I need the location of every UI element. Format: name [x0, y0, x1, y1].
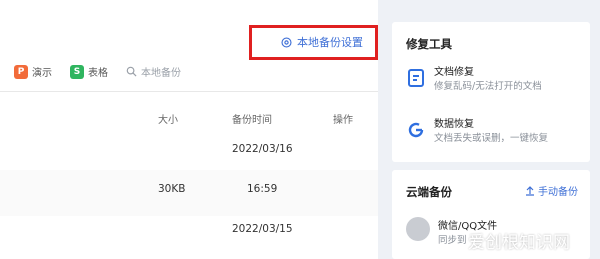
table-row-date: 2022/03/16	[232, 143, 293, 155]
toolbar-divider	[0, 91, 378, 92]
table-row-time: 16:59	[247, 183, 278, 195]
local-backup-settings-link[interactable]: 本地备份设置	[280, 34, 363, 50]
filter-label: 演示	[32, 68, 52, 79]
column-header-size: 大小	[158, 115, 178, 126]
file-type-filters: P 演示 S 表格 本地备份	[14, 64, 181, 79]
upload-icon	[526, 185, 534, 196]
presentation-icon: P	[14, 64, 28, 79]
spreadsheet-icon: S	[70, 64, 84, 79]
search-input[interactable]: 本地备份	[126, 64, 181, 79]
data-recover-icon	[408, 122, 424, 138]
avatar	[406, 217, 430, 241]
watermark: 爱创根知识网	[468, 233, 570, 253]
filter-spreadsheet[interactable]: S 表格	[70, 64, 108, 79]
backup-item-desc: 同步到	[438, 235, 467, 246]
search-icon	[126, 66, 137, 77]
filter-label: 表格	[88, 68, 108, 79]
doc-repair-tool[interactable]: 文档修复 修复乱码/无法打开的文档	[406, 66, 542, 94]
column-header-time: 备份时间	[232, 115, 272, 126]
table-row-bg	[0, 170, 378, 216]
tool-desc: 修复乱码/无法打开的文档	[434, 81, 542, 92]
manual-backup-label: 手动备份	[538, 187, 578, 198]
tool-desc: 文档丢失或误删，一键恢复	[434, 133, 549, 144]
table-row-size: 30KB	[158, 183, 186, 195]
filter-presentation[interactable]: P 演示	[14, 64, 52, 79]
tool-name: 数据恢复	[434, 119, 474, 130]
doc-repair-icon	[408, 69, 424, 87]
table-row-date: 2022/03/15	[232, 223, 293, 235]
search-placeholder: 本地备份	[141, 68, 181, 79]
cloud-backup-title: 云端备份	[406, 185, 452, 199]
backup-main-panel: 本地备份设置 P 演示 S 表格 本地备份 大小 备份时间 操作 2022/03…	[0, 0, 378, 259]
column-header-action: 操作	[333, 115, 353, 126]
repair-tools-card: 修复工具 文档修复 修复乱码/无法打开的文档 数据恢复 文档丢失或误删，一键恢复	[392, 22, 590, 162]
repair-tools-title: 修复工具	[406, 37, 452, 51]
settings-label: 本地备份设置	[297, 36, 363, 49]
tool-name: 文档修复	[434, 67, 474, 78]
manual-backup-button[interactable]: 手动备份	[525, 183, 578, 198]
gear-icon	[281, 36, 292, 48]
data-recover-tool[interactable]: 数据恢复 文档丢失或误删，一键恢复	[406, 118, 548, 146]
